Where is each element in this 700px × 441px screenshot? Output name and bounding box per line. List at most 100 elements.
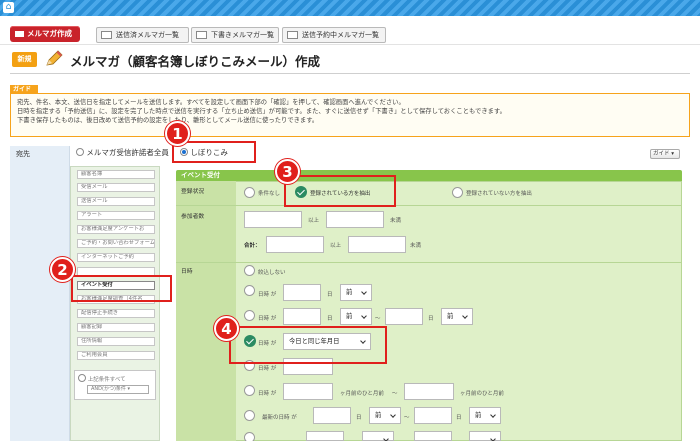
chevron-down-icon xyxy=(361,313,367,319)
event-panel-title: イベント受付 xyxy=(176,170,682,181)
before-after-select[interactable]: 前 xyxy=(340,308,372,325)
create-newsletter-button[interactable]: メルマガ作成 xyxy=(10,26,80,42)
chevron-down-icon xyxy=(361,289,367,295)
radio-latest-date[interactable] xyxy=(244,410,255,421)
pencil-icon xyxy=(46,50,63,66)
option-label: 絞込しない xyxy=(258,270,286,276)
participants-min-input[interactable] xyxy=(244,211,302,228)
option-label: 最新の日時 が xyxy=(262,415,297,421)
tilde-label: 〜 xyxy=(375,316,381,322)
tab-sent-list[interactable]: 送信済メルマガ一覧 xyxy=(96,27,189,43)
radio-month-range[interactable] xyxy=(244,385,255,396)
callout-number: 2 xyxy=(50,257,75,282)
radio-option[interactable] xyxy=(244,432,255,441)
callout-number: 4 xyxy=(214,316,239,341)
option-label: 条件なし xyxy=(258,191,281,197)
highlight-box xyxy=(229,326,387,364)
radio-icon[interactable] xyxy=(78,374,86,382)
page-title: メルマガ（顧客名簿しぼりこみメール）作成 xyxy=(70,54,321,69)
top-banner xyxy=(0,0,700,16)
guide-box: 宛先、件名、本文、送信日を指定してメールを送信します。すべてを設定して画面下部の… xyxy=(10,93,690,137)
list-item[interactable]: 住所情報 xyxy=(77,337,155,346)
radio-not-registered[interactable] xyxy=(452,187,463,198)
list-item[interactable]: 受信メール xyxy=(77,183,155,192)
list-item[interactable]: 送信メール xyxy=(77,197,155,206)
total-min-input[interactable] xyxy=(266,236,324,253)
unit-label: 日 xyxy=(327,292,333,298)
list-icon xyxy=(196,31,207,39)
radio-icon[interactable] xyxy=(76,148,84,156)
latest-start-input[interactable] xyxy=(313,407,351,424)
list-item[interactable]: ご予約・お問い合わせフォーム xyxy=(77,239,155,248)
month-end-input[interactable] xyxy=(404,383,454,400)
chevron-down-icon xyxy=(383,436,389,441)
option-label: 登録されていない方を抽出 xyxy=(466,191,532,197)
mail-icon xyxy=(15,31,24,37)
radio-date-before[interactable] xyxy=(244,285,255,296)
list-item[interactable]: 配信停止手続き xyxy=(77,309,155,318)
days-input[interactable] xyxy=(283,284,321,301)
guide-line: 宛先、件名、本文、送信日を指定してメールを送信します。すべてを設定して画面下部の… xyxy=(17,99,405,106)
total-max-input[interactable] xyxy=(348,236,406,253)
divider xyxy=(176,262,682,263)
range-start-input[interactable] xyxy=(283,308,321,325)
row-label-column xyxy=(176,181,236,441)
input-field[interactable] xyxy=(306,431,344,441)
participants-label: 参加者数 xyxy=(181,214,205,220)
radio-date-range[interactable] xyxy=(244,310,255,321)
before-after-select[interactable] xyxy=(469,431,501,441)
unit-label: 日 xyxy=(356,415,362,421)
unit-label: ヶ月前のひと月前 xyxy=(460,391,504,397)
before-after-select[interactable] xyxy=(362,431,394,441)
condition-box: 上記条件すべて AND(かつ)条件 ▾ xyxy=(74,370,156,400)
option-label: 日時 が xyxy=(258,316,277,322)
radio-no-narrow[interactable] xyxy=(244,265,255,276)
destination-label: 宛先 xyxy=(10,146,70,441)
guide-button[interactable]: ガイド ▾ xyxy=(650,149,680,159)
callout-number: 3 xyxy=(275,159,300,184)
month-start-input[interactable] xyxy=(283,383,333,400)
unit-label: 日 xyxy=(428,316,434,322)
tab-scheduled-list[interactable]: 送信予約中メルマガ一覧 xyxy=(282,27,386,43)
before-after-select[interactable]: 前 xyxy=(369,407,401,424)
unit-label: ヶ月前のひと月前 xyxy=(340,391,384,397)
highlight-box xyxy=(284,175,396,207)
chevron-down-icon xyxy=(390,412,396,418)
divider xyxy=(0,44,700,45)
divider xyxy=(176,205,682,206)
list-item[interactable]: ご利用会員 xyxy=(77,351,155,360)
datetime-label: 日時 xyxy=(181,269,193,275)
tab-draft-list[interactable]: 下書きメルマガ一覧 xyxy=(191,27,279,43)
range-end-input[interactable] xyxy=(385,308,423,325)
unit-label: 日 xyxy=(327,316,333,322)
before-after-select[interactable]: 前 xyxy=(441,308,473,325)
below-label: 未満 xyxy=(390,218,402,224)
list-item[interactable]: 顧客名簿 xyxy=(77,170,155,179)
total-label: 合計： xyxy=(244,243,261,249)
unit-label: 日 xyxy=(456,415,462,421)
radio-no-condition[interactable] xyxy=(244,187,255,198)
option-label: 日時 が xyxy=(258,292,277,298)
guide-line: 日時を指定する「予約送信」に、設定を完了した時点で送信を実行する「立ち止め送信」… xyxy=(17,108,506,115)
list-item[interactable]: アラート xyxy=(77,211,155,220)
option-label: 日時 が xyxy=(258,366,277,372)
list-icon xyxy=(287,31,298,39)
status-label: 登録状況 xyxy=(181,189,205,195)
radio-all-subscribers[interactable]: メルマガ受信許諾者全員 xyxy=(76,147,169,158)
guide-line: 下書き保存したものは、後日改めて送信予約の設定をしたり、雛形としてメール送信に使… xyxy=(17,117,319,124)
chevron-down-icon xyxy=(490,436,496,441)
latest-end-input[interactable] xyxy=(414,407,452,424)
option-label: 日時 が xyxy=(258,391,277,397)
list-item[interactable]: 顧客記録 xyxy=(77,323,155,332)
chevron-down-icon xyxy=(490,412,496,418)
tilde-label: 〜 xyxy=(404,415,410,421)
list-item[interactable]: インターネットご予約 xyxy=(77,253,155,262)
condition-select[interactable]: AND(かつ)条件 ▾ xyxy=(87,385,149,394)
input-field[interactable] xyxy=(414,431,452,441)
highlight-box xyxy=(71,275,172,302)
participants-max-input[interactable] xyxy=(326,211,384,228)
home-icon[interactable]: ⌂ xyxy=(3,2,14,13)
before-after-select[interactable]: 前 xyxy=(469,407,501,424)
before-after-select[interactable]: 前 xyxy=(340,284,372,301)
list-item[interactable]: お客様満足度アンケートお xyxy=(77,225,155,234)
